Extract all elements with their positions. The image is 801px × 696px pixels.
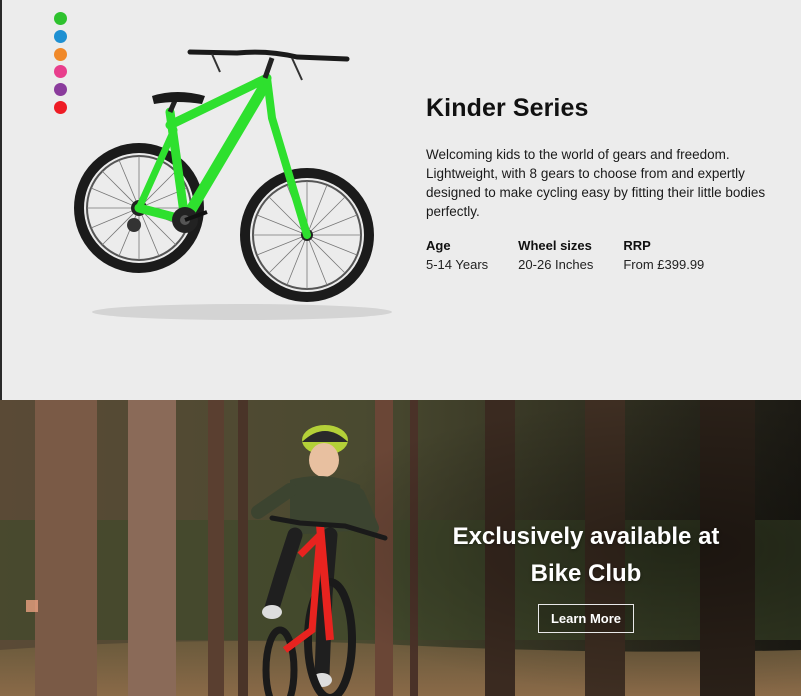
spec-rrp: RRP From £399.99 <box>623 238 704 272</box>
spec-wheel-sizes: Wheel sizes 20-26 Inches <box>518 238 593 272</box>
spec-wheel-sizes-value: 20-26 Inches <box>518 257 594 272</box>
hero-headline-line2: Bike Club <box>530 560 642 587</box>
spec-age-label: Age <box>426 238 451 253</box>
product-section: Kinder Series Welcoming kids to the worl… <box>0 0 801 400</box>
product-info: Kinder Series Welcoming kids to the worl… <box>426 94 766 272</box>
swatch-green[interactable] <box>54 12 67 25</box>
hero-headline-line1: Exclusively available at <box>452 523 720 550</box>
spec-rrp-label: RRP <box>623 238 651 253</box>
product-bike-image <box>74 49 392 320</box>
spec-rrp-value: From £399.99 <box>623 257 705 272</box>
spec-age: Age 5-14 Years <box>426 238 488 272</box>
spec-wheel-sizes-label: Wheel sizes <box>518 238 592 253</box>
hero-text: Exclusively available at Bike Club Learn… <box>430 518 742 633</box>
learn-more-button[interactable]: Learn More <box>537 604 635 633</box>
product-title: Kinder Series <box>426 94 589 122</box>
product-description: Welcoming kids to the world of gears and… <box>426 147 766 219</box>
hero-banner: Exclusively available at Bike Club Learn… <box>0 400 801 696</box>
product-specs: Age 5-14 Years Wheel sizes 20-26 Inches … <box>426 238 766 272</box>
spec-age-value: 5-14 Years <box>426 257 489 272</box>
